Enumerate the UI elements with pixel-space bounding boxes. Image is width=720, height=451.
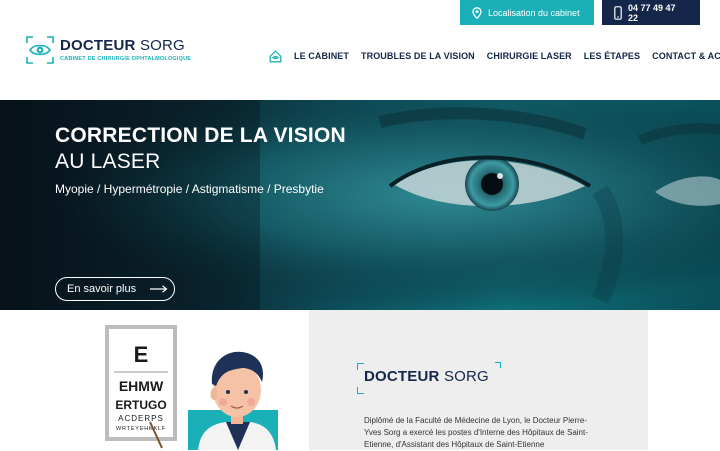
about-card: DOCTEUR SORG Diplômé de la Faculté de Mé… — [309, 310, 648, 450]
about-section: E EHMW ERTUGO ACDERPS WRTEYEHKKLF DOCTEU… — [0, 310, 720, 450]
arrow-right-icon — [150, 285, 168, 293]
about-title-thin: SORG — [443, 368, 489, 385]
about-title: DOCTEUR SORG — [364, 368, 489, 385]
eye-chart-row-4: ACDERPS — [118, 414, 164, 423]
nav-home-link[interactable] — [268, 49, 282, 63]
learn-more-button[interactable]: En savoir plus — [55, 277, 175, 301]
eye-chart-row-3: ERTUGO — [115, 398, 166, 412]
hero-title-line2: AU LASER — [55, 150, 161, 173]
location-button-label: Localisation du cabinet — [488, 7, 580, 18]
about-text: Diplômé de la Faculté de Médecine de Lyo… — [364, 416, 588, 449]
doctor-eye-chart-illustration: E EHMW ERTUGO ACDERPS WRTEYEHKKLF — [105, 325, 278, 450]
hero-subtitle: Myopie / Hypermétropie / Astigmatisme / … — [55, 182, 324, 196]
nav-item-troubles-de-la-vision[interactable]: TROUBLES DE LA VISION — [361, 51, 475, 61]
logo-title-bold: DOCTEUR — [60, 37, 136, 54]
nav-item-chirurgie-laser[interactable]: CHIRURGIE LASER — [487, 51, 572, 61]
logo-title-thin: SORG — [139, 37, 185, 54]
hero-title-line1: CORRECTION DE LA VISION — [55, 124, 346, 147]
home-icon — [269, 50, 281, 62]
nav-item-les-etapes[interactable]: LES ÉTAPES — [584, 51, 640, 61]
learn-more-label: En savoir plus — [67, 283, 137, 295]
logo-title: DOCTEUR SORG — [60, 38, 191, 54]
corner-decoration — [495, 362, 501, 368]
location-button[interactable]: Localisation du cabinet — [460, 0, 594, 25]
top-bar: Localisation du cabinet 04 77 49 47 22 — [460, 0, 700, 25]
eye-chart-row-1: E — [134, 342, 149, 367]
logo-subtitle: CABINET DE CHIRURGIE OPHTALMOLOGIQUE — [60, 56, 192, 62]
phone-button[interactable]: 04 77 49 47 22 — [602, 0, 700, 25]
about-title-bold: DOCTEUR — [364, 368, 440, 385]
nav-item-le-cabinet[interactable]: LE CABINET — [294, 51, 349, 61]
phone-number: 04 77 49 47 22 — [628, 2, 676, 23]
main-nav: LE CABINET TROUBLES DE LA VISION CHIRURG… — [268, 49, 720, 63]
corner-decoration — [357, 387, 364, 394]
eye-chart-row-5: WRTEYEHKKLF — [116, 426, 166, 432]
hero-banner: CORRECTION DE LA VISION AU LASER Myopie … — [0, 100, 720, 310]
eye-logo-icon — [26, 36, 54, 64]
corner-decoration — [357, 363, 364, 370]
phone-icon — [614, 5, 622, 20]
site-logo[interactable]: DOCTEUR SORG CABINET DE CHIRURGIE OPHTAL… — [26, 36, 191, 64]
eye-chart-row-2: EHMW — [119, 378, 164, 394]
map-pin-icon — [472, 6, 482, 19]
nav-item-contact-acces[interactable]: CONTACT & ACCÈS — [652, 51, 720, 61]
